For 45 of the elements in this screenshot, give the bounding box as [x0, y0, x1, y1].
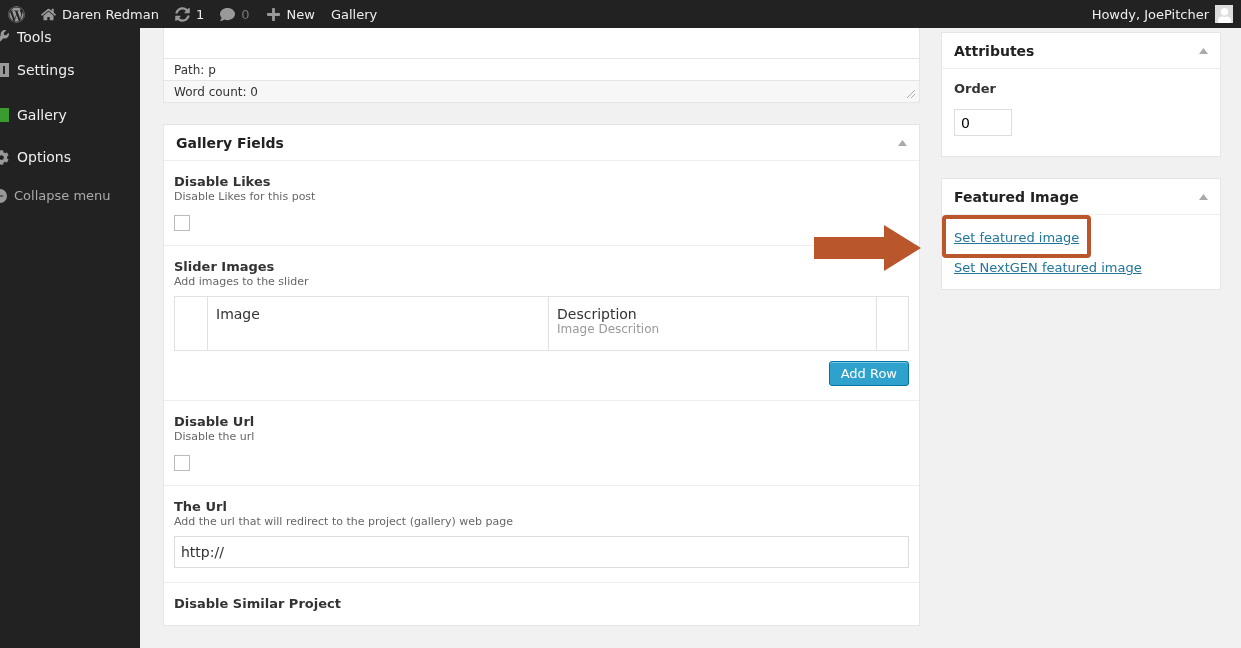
field-label: Disable Similar Project	[174, 596, 342, 611]
comment-icon	[220, 6, 236, 22]
admin-bar-item[interactable]: Daren Redman	[33, 0, 167, 28]
field-label: Order	[954, 81, 997, 96]
menu-item[interactable]: Gallery	[0, 94, 140, 136]
field-label: Disable Likes	[174, 174, 272, 189]
field-label: The Url	[174, 499, 228, 514]
field-hint: Disable Likes for this post	[174, 190, 317, 203]
panel-title: Featured Image	[954, 188, 1079, 205]
checkbox[interactable]	[174, 455, 190, 471]
refresh-icon	[175, 6, 190, 22]
url-input[interactable]: http://	[174, 536, 909, 568]
collapse-toggle-icon[interactable]	[898, 139, 907, 146]
account-menu[interactable]: Howdy, JoePitcher	[1091, 5, 1233, 23]
wordpress-logo-icon[interactable]	[8, 5, 25, 23]
column-header: Image	[216, 306, 261, 322]
featured-image-link[interactable]: Set NextGEN featured image	[954, 260, 1142, 275]
order-input[interactable]: 0	[954, 109, 1012, 136]
plus-icon	[265, 6, 281, 22]
panel-title: Gallery Fields	[176, 134, 284, 151]
menu-item[interactable]: Settings	[0, 46, 140, 94]
field-hint: Add images to the slider	[174, 275, 310, 288]
featured-image-link[interactable]: Set featured image	[954, 230, 1080, 245]
admin-bar-item[interactable]: 0	[212, 0, 258, 28]
resize-handle-icon[interactable]	[906, 89, 916, 99]
field-label: Slider Images	[174, 259, 276, 274]
path-status: Path: p	[164, 58, 919, 80]
home-icon	[41, 6, 56, 22]
field-hint: Add the url that will redirect to the project (gallery) web page	[174, 515, 515, 528]
menu-item[interactable]: Tools	[0, 28, 140, 46]
admin-bar-item[interactable]: New	[257, 0, 323, 28]
menu-item[interactable]: Options	[0, 136, 140, 178]
collapse-toggle-icon[interactable]	[1199, 47, 1208, 54]
collapse-menu-link[interactable]: Collapse menu	[0, 188, 140, 203]
column-header: Description	[557, 306, 638, 322]
collapse-toggle-icon[interactable]	[1199, 193, 1208, 200]
panel-title: Attributes	[954, 42, 1035, 59]
avatar-icon	[1215, 5, 1233, 23]
column-hint: Image Descrition	[557, 322, 661, 336]
field-hint: Disable the url	[174, 430, 256, 443]
admin-bar-item[interactable]: 1	[167, 0, 213, 28]
word-count: Word count: 0	[164, 80, 919, 102]
field-label: Disable Url	[174, 414, 256, 429]
checkbox[interactable]	[174, 215, 190, 231]
admin-bar-item[interactable]: Gallery	[322, 0, 386, 28]
